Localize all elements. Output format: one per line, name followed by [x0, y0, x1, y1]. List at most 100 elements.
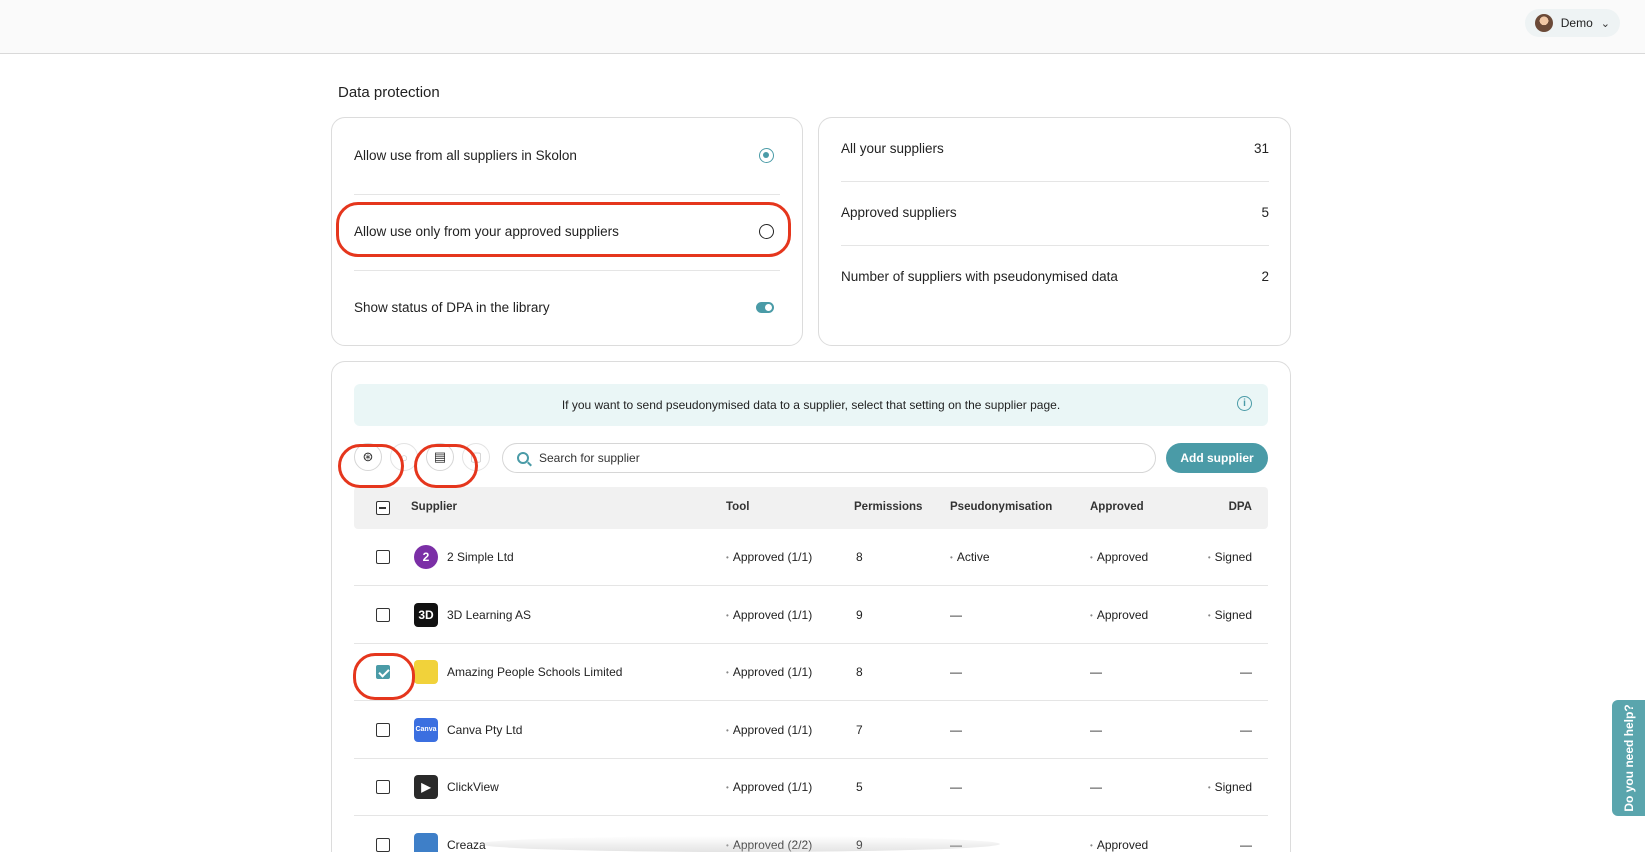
header-tool[interactable]: Tool	[726, 501, 749, 513]
tool-status: Approved (1/1)	[726, 550, 812, 564]
header-pseudonymisation[interactable]: Pseudonymisation	[950, 501, 1052, 513]
user-name: Demo	[1560, 16, 1593, 30]
setting-all-suppliers-label: Allow use from all suppliers in Skolon	[354, 147, 577, 163]
tool-status: Approved (1/1)	[726, 780, 812, 794]
approved-status: Approved	[1090, 838, 1148, 852]
supplier-name[interactable]: Canva Pty Ltd	[447, 723, 522, 737]
row-checkbox[interactable]	[376, 607, 390, 622]
page-title: Data protection	[338, 84, 440, 101]
approved-status: Approved	[1090, 608, 1148, 622]
table-header: Supplier Tool Permissions Pseudonymisati…	[354, 487, 1268, 529]
row-checkbox[interactable]	[376, 837, 390, 852]
dpa-status-toggle[interactable]	[756, 301, 774, 313]
header-supplier[interactable]: Supplier	[411, 501, 457, 513]
disabled-action-icon[interactable]: ○	[390, 443, 418, 471]
supplier-logo	[414, 660, 438, 684]
stats-card: All your suppliers 31 Approved suppliers…	[818, 117, 1291, 346]
approved-status: —	[1090, 780, 1102, 794]
permissions-count: 9	[856, 607, 863, 622]
setting-dpa-status-label: Show status of DPA in the library	[354, 299, 550, 315]
row-checkbox[interactable]	[376, 780, 390, 794]
header-approved[interactable]: Approved	[1090, 501, 1144, 513]
supplier-name[interactable]: ClickView	[447, 780, 499, 794]
stat-approved-suppliers: Approved suppliers 5	[841, 205, 1269, 220]
user-menu[interactable]: Demo ⌄	[1524, 9, 1620, 37]
divider	[354, 194, 780, 195]
radio-approved-only[interactable]	[759, 223, 774, 239]
stat-all-label: All your suppliers	[841, 141, 944, 156]
info-banner-text: If you want to send pseudonymised data t…	[561, 398, 1061, 412]
table-row[interactable]: ▶ ClickView Approved (1/1) 5 — — Signed	[354, 759, 1268, 816]
disabled-document-icon[interactable]: ▢	[462, 443, 490, 471]
supplier-logo	[414, 832, 438, 852]
setting-all-suppliers[interactable]: Allow use from all suppliers in Skolon	[354, 143, 774, 167]
pseudonymisation-status: —	[950, 780, 962, 794]
select-all-checkbox[interactable]	[376, 501, 390, 515]
chevron-down-icon: ⌄	[1600, 17, 1610, 30]
row-checkbox[interactable]	[376, 550, 390, 564]
info-banner: If you want to send pseudonymised data t…	[354, 384, 1268, 426]
approved-status: Approved	[1090, 550, 1148, 564]
supplier-name[interactable]: 3D Learning AS	[447, 608, 531, 622]
table-row[interactable]: 3D 3D Learning AS Approved (1/1) 9 — Approved…	[354, 587, 1268, 644]
pseudonymisation-status: —	[950, 665, 962, 679]
stat-pseudo-label: Number of suppliers with pseudonymised d…	[841, 269, 1118, 284]
avatar	[1534, 14, 1553, 32]
settings-card: Allow use from all suppliers in Skolon A…	[331, 117, 803, 346]
top-bar: Demo ⌄	[0, 0, 1645, 54]
stat-pseudonymised: Number of suppliers with pseudonymised d…	[841, 269, 1269, 284]
stat-approved-value: 5	[1261, 205, 1269, 220]
row-checkbox[interactable]	[376, 665, 390, 679]
supplier-logo: Canva	[414, 717, 438, 742]
setting-approved-only-label: Allow use only from your approved suppli…	[354, 223, 619, 239]
stat-approved-label: Approved suppliers	[841, 205, 957, 220]
pseudonymisation-status: —	[950, 607, 962, 622]
suppliers-card: If you want to send pseudonymised data t…	[331, 361, 1291, 852]
add-supplier-button[interactable]: Add supplier	[1166, 443, 1268, 473]
divider	[841, 181, 1269, 182]
supplier-name[interactable]: Amazing People Schools Limited	[447, 665, 622, 679]
table-row[interactable]: 2 2 Simple Ltd Approved (1/1) 8 Active Approv…	[354, 529, 1268, 586]
scroll-shadow	[480, 836, 1000, 852]
permissions-count: 5	[856, 780, 863, 794]
search-placeholder: Search for supplier	[539, 451, 640, 465]
dpa-status: Signed	[1208, 608, 1252, 622]
pseudonymisation-status: Active	[950, 550, 990, 564]
help-tab[interactable]: Do you need help?	[1612, 700, 1645, 816]
stat-all-suppliers: All your suppliers 31	[841, 141, 1269, 156]
dpa-status: Signed	[1208, 780, 1252, 794]
dpa-status: —	[1240, 665, 1252, 679]
help-tab-label: Do you need help?	[1621, 704, 1636, 812]
tool-status: Approved (1/1)	[726, 608, 812, 622]
tool-status: Approved (1/1)	[726, 665, 812, 679]
radio-all-suppliers[interactable]	[759, 147, 774, 163]
permissions-count: 7	[856, 722, 863, 737]
search-icon	[517, 452, 529, 464]
header-permissions[interactable]: Permissions	[854, 501, 922, 513]
permissions-count: 8	[856, 550, 863, 564]
supplier-logo: 2	[414, 545, 438, 569]
approve-suppliers-icon[interactable]: ⊛	[354, 443, 382, 471]
setting-dpa-status[interactable]: Show status of DPA in the library	[354, 295, 774, 319]
search-input[interactable]: Search for supplier	[502, 443, 1156, 473]
stat-all-value: 31	[1253, 141, 1269, 156]
supplier-logo: ▶	[414, 775, 438, 799]
info-icon[interactable]: i	[1237, 396, 1252, 411]
divider	[354, 270, 780, 271]
row-checkbox[interactable]	[376, 722, 390, 737]
table-row[interactable]: Amazing People Schools Limited Approved (…	[354, 644, 1268, 701]
supplier-logo: 3D	[414, 602, 438, 627]
approved-status: —	[1090, 665, 1102, 679]
dpa-status: —	[1240, 837, 1252, 852]
supplier-name[interactable]: 2 Simple Ltd	[447, 550, 514, 564]
sign-dpa-icon[interactable]: ▤	[426, 443, 454, 471]
table-toolbar: ⊛ ○ ▤ ▢ Search for supplier Add supplier	[354, 440, 1268, 473]
tool-status: Approved (1/1)	[726, 723, 812, 737]
approved-status: —	[1090, 722, 1102, 737]
setting-approved-only[interactable]: Allow use only from your approved suppli…	[354, 219, 774, 243]
dpa-status: Signed	[1208, 550, 1252, 564]
header-dpa[interactable]: DPA	[1229, 501, 1252, 513]
table-row[interactable]: Canva Canva Pty Ltd Approved (1/1) 7 — — —	[354, 702, 1268, 759]
stat-pseudo-value: 2	[1261, 269, 1269, 284]
dpa-status: —	[1240, 722, 1252, 737]
